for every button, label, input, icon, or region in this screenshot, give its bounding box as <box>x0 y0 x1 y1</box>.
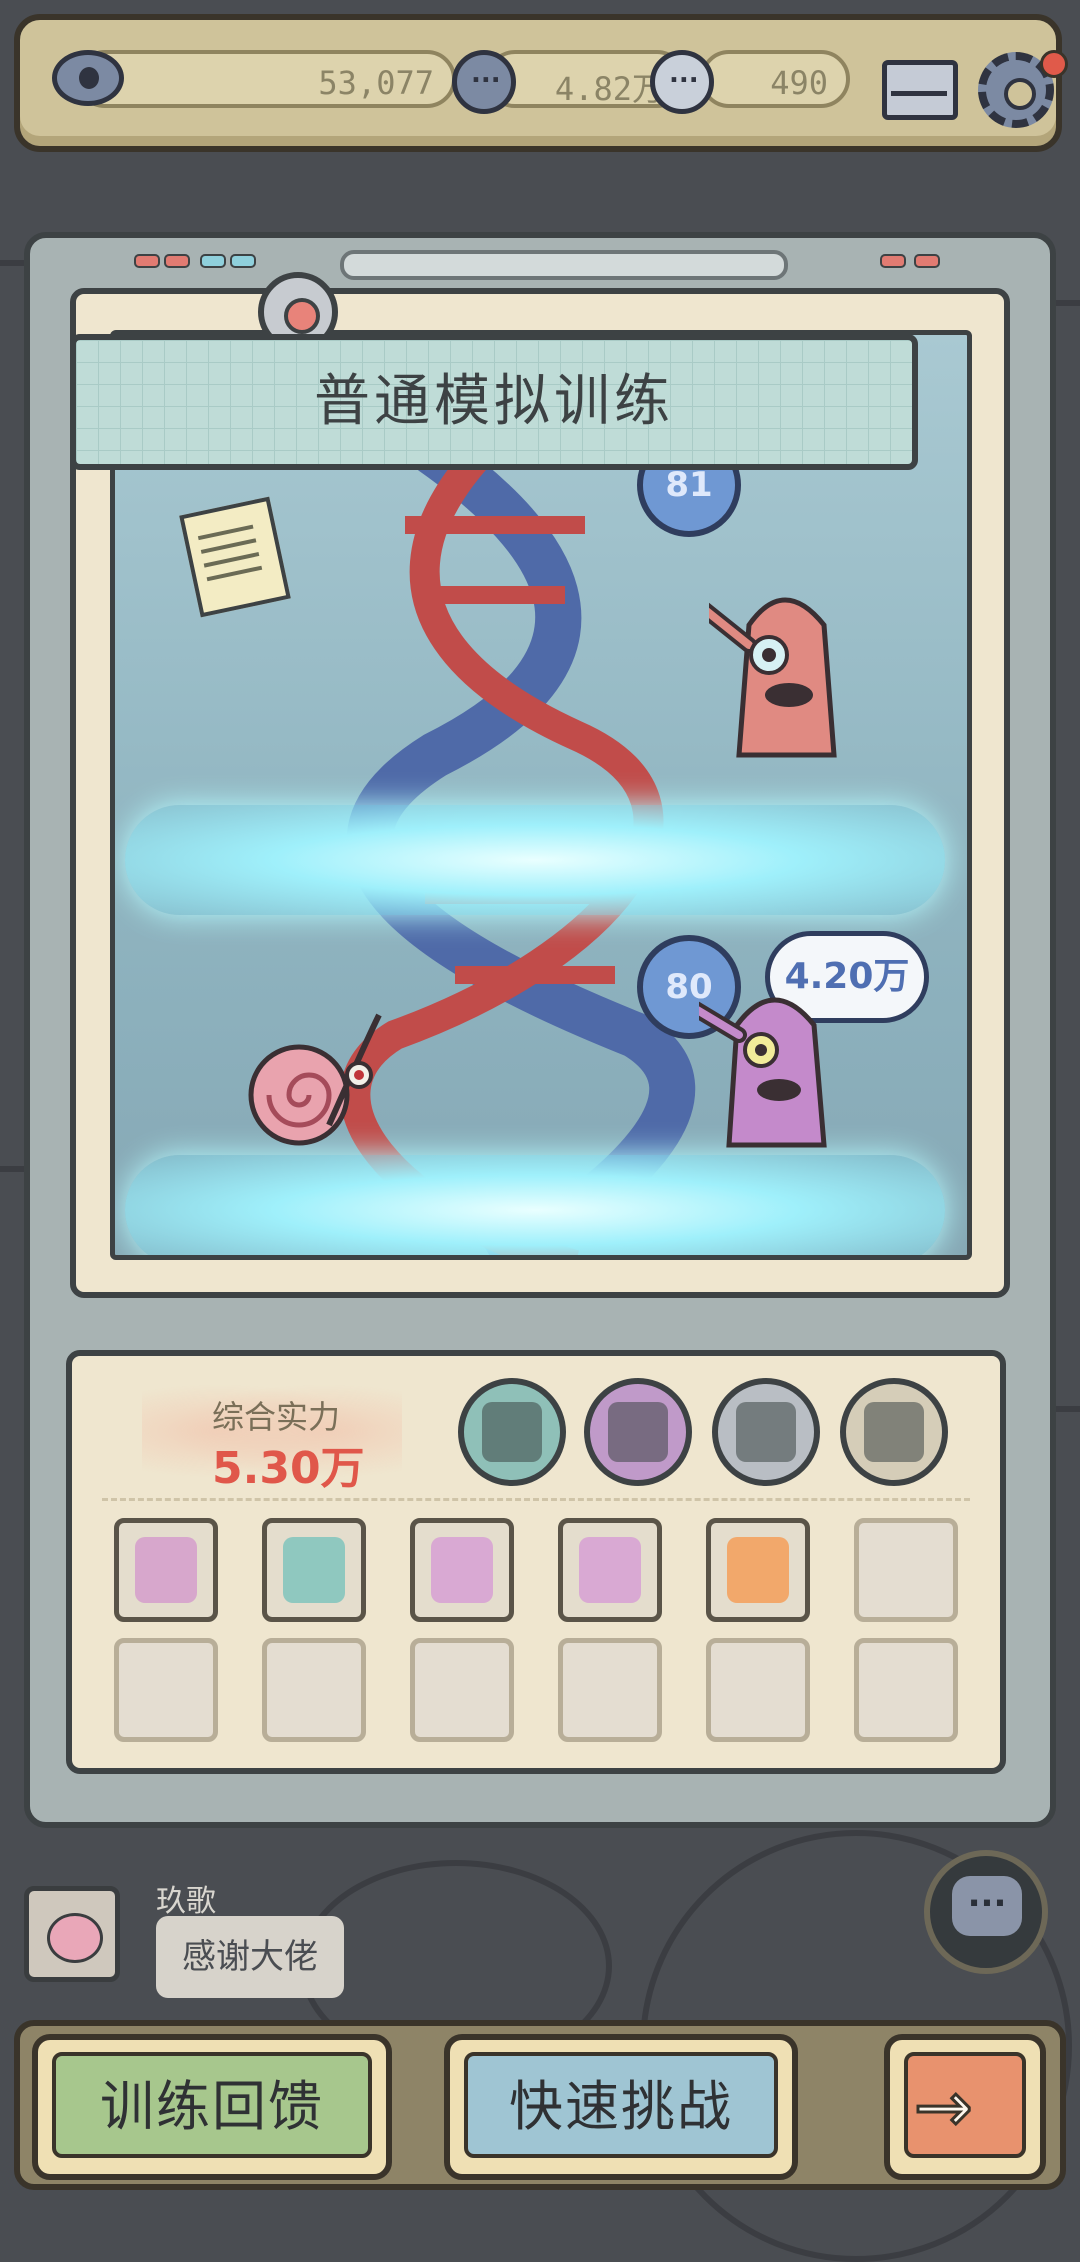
magic-hat-slot[interactable] <box>706 1518 810 1622</box>
empty-equipment-slot[interactable] <box>706 1638 810 1742</box>
mail-icon[interactable] <box>882 60 958 120</box>
equipment-panel: 综合实力 5.30万 <box>66 1350 1006 1774</box>
messages-value: 490 <box>770 64 828 102</box>
purple-monster-icon[interactable] <box>699 945 849 1155</box>
magic-hat-icon <box>727 1537 789 1603</box>
golden-tag-slot[interactable] <box>558 1518 662 1622</box>
upper-platform <box>125 805 945 915</box>
empty-equipment-slot[interactable] <box>410 1638 514 1742</box>
chat-message: 感谢大佬 <box>156 1916 344 1998</box>
training-title: 普通模拟训练 <box>70 334 918 470</box>
indicator-lamp <box>230 254 256 268</box>
notification-dot <box>1040 50 1068 78</box>
golden-tag-icon <box>579 1537 641 1603</box>
armor-vest-icon <box>283 1537 345 1603</box>
divider <box>102 1498 970 1501</box>
chat-user-avatar[interactable] <box>24 1886 120 1982</box>
lower-platform <box>125 1155 945 1255</box>
training-feedback-button[interactable]: 训练回馈 <box>32 2034 392 2180</box>
empty-equipment-slot[interactable] <box>854 1638 958 1742</box>
comments-value: 4.82万 <box>554 70 664 108</box>
indicator-lamp <box>914 254 940 268</box>
views-value: 53,077 <box>318 64 434 102</box>
empty-equipment-slot[interactable] <box>854 1518 958 1622</box>
empty-equipment-slot[interactable] <box>114 1638 218 1742</box>
green-monster-skill-icon[interactable] <box>458 1378 566 1486</box>
golden-tag-slot[interactable] <box>410 1518 514 1622</box>
next-button[interactable]: → <box>884 2034 1046 2180</box>
chat-bubble-icon <box>650 50 714 114</box>
chat-toggle-icon[interactable] <box>924 1850 1048 1974</box>
add-monster-skill-icon[interactable] <box>840 1378 948 1486</box>
speech-bubble-icon <box>452 50 516 114</box>
indicator-lamp <box>200 254 226 268</box>
messages-counter: 490 <box>700 50 850 108</box>
eye-icon <box>52 50 124 106</box>
views-counter: 53,077 <box>76 50 456 108</box>
purple-trap-skill-icon[interactable] <box>584 1378 692 1486</box>
armor-vest-slot[interactable] <box>262 1518 366 1622</box>
gas-mask-slot[interactable] <box>114 1518 218 1622</box>
empty-equipment-slot[interactable] <box>558 1638 662 1742</box>
gas-mask-icon <box>135 1537 197 1603</box>
training-feedback-label: 训练回馈 <box>100 2075 324 2138</box>
indicator-lamp <box>134 254 160 268</box>
indicator-lamp <box>164 254 190 268</box>
machine-slot <box>340 250 788 280</box>
empty-equipment-slot[interactable] <box>262 1638 366 1742</box>
note-paper-icon[interactable] <box>179 496 291 618</box>
red-monster-icon[interactable] <box>709 565 859 765</box>
snail-monster-icon[interactable] <box>239 975 439 1165</box>
quick-challenge-button[interactable]: 快速挑战 <box>444 2034 798 2180</box>
power-value: 5.30万 <box>212 1443 365 1494</box>
golden-tag-icon <box>431 1537 493 1603</box>
grey-chain-skill-icon[interactable] <box>712 1378 820 1486</box>
quick-challenge-label: 快速挑战 <box>509 2075 733 2138</box>
top-resource-bar: 53,077 4.82万 490 <box>14 14 1068 152</box>
chat-username: 玖歌 <box>156 1884 216 1919</box>
indicator-lamp <box>880 254 906 268</box>
arrow-right-icon: → <box>913 2066 975 2148</box>
